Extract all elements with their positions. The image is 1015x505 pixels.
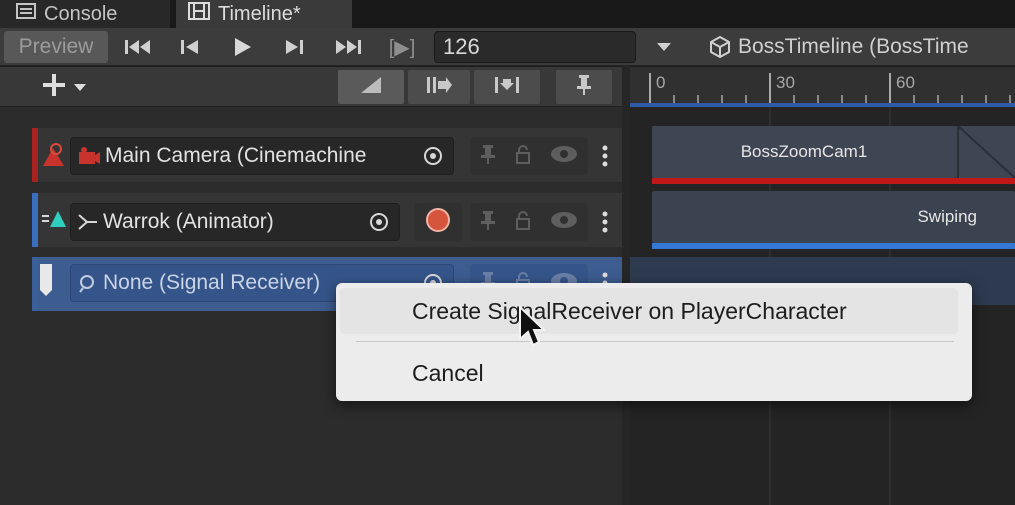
track-binding-label: None (Signal Receiver) — [103, 271, 321, 294]
track-controls — [470, 137, 588, 175]
chevron-down-icon[interactable] — [650, 33, 678, 61]
ease-clip-toggle[interactable] — [338, 70, 404, 104]
signal-track-icon — [36, 262, 56, 298]
current-frame-field[interactable]: 126 — [434, 31, 636, 63]
cube-icon — [708, 35, 732, 59]
lock-icon[interactable] — [515, 144, 531, 169]
clip-underline — [652, 178, 1015, 184]
ripple-icon — [424, 75, 454, 100]
menu-item-cancel[interactable]: Cancel — [340, 350, 958, 396]
time-ruler[interactable] — [630, 67, 1015, 107]
timeline-asset-label: BossTimeline (BossTime — [738, 35, 969, 58]
go-to-end-icon[interactable] — [330, 33, 366, 61]
lock-toggle-button[interactable] — [556, 70, 612, 104]
track-controls — [470, 203, 588, 241]
lock-icon[interactable] — [515, 210, 531, 235]
track-binding-label: Main Camera (Cinemachine — [105, 144, 367, 167]
tab-timeline[interactable]: Timeline* — [176, 0, 352, 28]
next-frame-icon[interactable] — [278, 33, 310, 61]
replace-icon — [492, 75, 522, 100]
camera-icon — [77, 145, 101, 167]
replace-mode-button[interactable] — [474, 70, 540, 104]
clip-underline — [652, 243, 1015, 249]
mouse-cursor-icon — [518, 304, 548, 349]
timeline-clip[interactable]: BossZoomCam1 — [652, 126, 956, 178]
play-range-button[interactable]: [▶] — [380, 33, 424, 61]
eye-icon[interactable] — [550, 211, 578, 234]
cinemachine-track-icon — [40, 140, 68, 170]
track-binding-label: Warrok (Animator) — [103, 210, 274, 233]
menu-item-create-signal-receiver[interactable]: Create SignalReceiver on PlayerCharacter — [340, 288, 958, 334]
previous-frame-icon[interactable] — [174, 33, 206, 61]
animator-icon — [77, 211, 99, 233]
signal-receiver-icon — [77, 272, 99, 294]
add-track-button[interactable] — [28, 70, 100, 104]
eye-icon[interactable] — [550, 145, 578, 168]
track-color-bar — [32, 128, 38, 182]
record-icon — [425, 207, 451, 238]
plus-icon — [41, 72, 67, 103]
tab-console[interactable]: Console — [0, 0, 170, 28]
ripple-mode-button[interactable] — [408, 70, 470, 104]
film-icon — [188, 2, 210, 26]
ruler-tick-label: 30 — [776, 73, 795, 92]
track-color-bar — [32, 193, 38, 247]
chevron-down-icon — [73, 83, 87, 92]
ruler-tick-label: 0 — [656, 73, 666, 92]
animation-track-icon — [40, 207, 68, 233]
object-picker-icon[interactable] — [369, 212, 389, 232]
record-button[interactable] — [414, 203, 462, 241]
object-picker-icon[interactable] — [423, 146, 443, 166]
track-binding-field[interactable]: Main Camera (Cinemachine — [70, 137, 454, 175]
pin-icon — [575, 74, 593, 101]
timeline-clip[interactable]: Swiping — [652, 191, 1015, 243]
timeline-asset-selector[interactable]: BossTimeline (BossTime — [708, 33, 969, 61]
tab-console-label: Console — [44, 2, 118, 25]
track-binding-field[interactable]: Warrok (Animator) — [70, 203, 400, 241]
menu-separator — [356, 341, 954, 342]
more-options-icon[interactable] — [598, 209, 612, 235]
preview-button[interactable]: Preview — [4, 31, 108, 63]
tab-timeline-label: Timeline* — [218, 2, 301, 25]
list-icon — [16, 2, 36, 26]
clip-blend-region[interactable] — [956, 125, 1015, 179]
pin-icon[interactable] — [480, 210, 496, 235]
play-icon[interactable] — [226, 33, 258, 61]
ramp-icon — [357, 75, 385, 100]
ruler-tick-label: 60 — [896, 73, 915, 92]
more-options-icon[interactable] — [598, 143, 612, 169]
go-to-start-icon[interactable] — [120, 33, 156, 61]
pin-icon[interactable] — [480, 144, 496, 169]
